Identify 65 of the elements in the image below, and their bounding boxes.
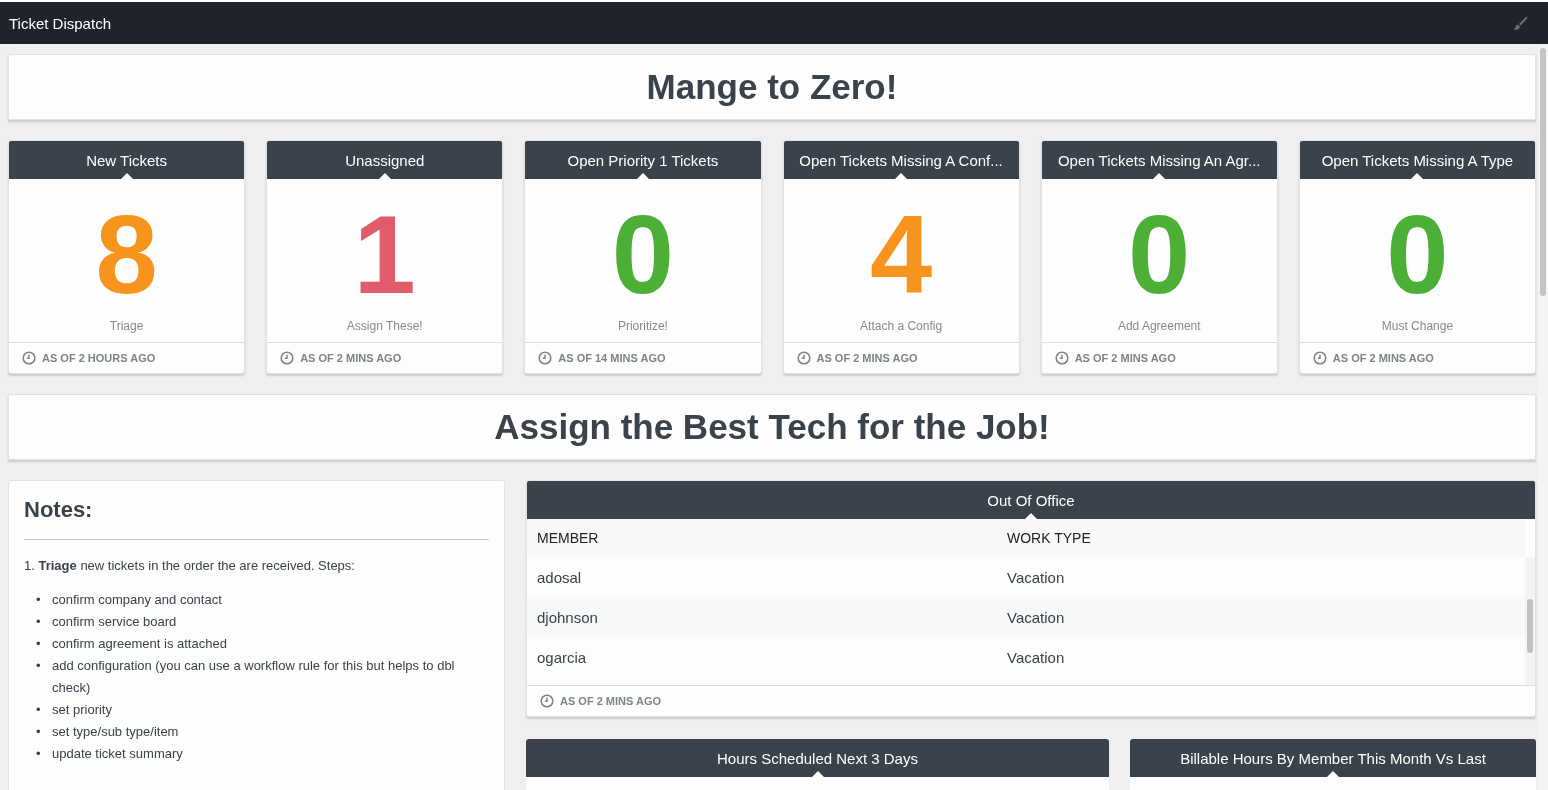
- updated-time: AS OF 2 HOURS AGO: [42, 352, 156, 364]
- notes-title: Notes:: [24, 497, 489, 540]
- card-title: Open Tickets Missing An Agr...: [1041, 141, 1277, 179]
- updated-time: AS OF 14 MINS AGO: [558, 352, 666, 364]
- metric-caption: Assign These!: [345, 319, 424, 333]
- table-cell-text: adosal: [536, 567, 583, 588]
- metric-value: 1: [352, 199, 417, 311]
- column-header: MEMBER: [527, 519, 997, 557]
- metric-value: 0: [610, 199, 676, 311]
- table-title: Out Of Office: [527, 481, 1535, 519]
- notes-step: confirm agreement is attached: [52, 633, 227, 655]
- card-title: Open Tickets Missing A Type: [1299, 141, 1535, 179]
- scrollbar[interactable]: [1525, 557, 1535, 685]
- metric-value: 8: [94, 199, 159, 311]
- page-scrollbar[interactable]: [1538, 44, 1548, 790]
- card-title: Open Tickets Missing A Conf...: [783, 141, 1019, 179]
- bullet: •: [36, 701, 42, 719]
- banner-title: Assign the Best Tech for the Job!: [494, 407, 1050, 447]
- clock-icon: [540, 694, 554, 708]
- metric-caption: Add Agreement: [1116, 319, 1202, 333]
- notes-step: add configuration (you can use a workflow rule for this but helps to dbl check): [52, 655, 489, 699]
- metric-caption: Must Change: [1380, 319, 1455, 333]
- table-cell: djohnson: [527, 597, 997, 637]
- clock-icon: [796, 351, 811, 365]
- bullet: •: [36, 657, 42, 675]
- metric-caption: Triage: [108, 319, 145, 333]
- notes-step: confirm company and contact: [52, 589, 222, 611]
- widget-title: Billable Hours By Member This Month Vs Last: [1130, 739, 1536, 777]
- window-title: Ticket Dispatch: [9, 14, 111, 32]
- column-header: WORK TYPE: [997, 519, 1525, 557]
- bullet: •: [36, 635, 42, 653]
- clock-icon: [280, 351, 295, 365]
- card-title: New Tickets: [9, 141, 245, 179]
- metric-value: 0: [1385, 199, 1450, 311]
- updated-time: AS OF 2 MINS AGO: [1332, 352, 1434, 364]
- clock-icon: [22, 351, 36, 365]
- bullet: •: [36, 723, 42, 741]
- bullet: •: [36, 613, 42, 631]
- clock-icon: [1312, 351, 1327, 365]
- banner-title: Mange to Zero!: [646, 67, 898, 107]
- bullet: •: [36, 745, 42, 763]
- metric-value: 0: [1127, 199, 1192, 311]
- updated-time: AS OF 2 MINS AGO: [816, 352, 918, 364]
- metric-caption: Prioritize!: [616, 319, 669, 333]
- card-title: Unassigned: [267, 141, 503, 179]
- card-title: Open Priority 1 Tickets: [525, 141, 761, 179]
- table-cell-text: ogarcia: [536, 647, 588, 668]
- updated-time: AS OF 2 MINS AGO: [300, 352, 402, 364]
- updated-time: AS OF 2 MINS AGO: [560, 695, 662, 707]
- bullet: •: [36, 591, 42, 609]
- metric-value: 4: [868, 199, 934, 311]
- notes-step: set priority: [52, 699, 112, 721]
- clock-icon: [538, 351, 553, 365]
- notes-step: confirm service board: [52, 611, 177, 633]
- widget-title: Hours Scheduled Next 3 Days: [526, 739, 1109, 777]
- notes-paragraph: 1. Triage new tickets in the order the are received. Steps:: [24, 558, 356, 573]
- metric-caption: Attach a Config: [859, 319, 944, 333]
- clock-icon: [1054, 351, 1069, 365]
- notes-step: update ticket summary: [52, 743, 183, 765]
- table-cell: Vacation: [997, 597, 1525, 637]
- notes-step: set type/sub type/item: [52, 721, 179, 743]
- table-cell-text: Vacation: [1006, 567, 1066, 588]
- updated-time: AS OF 2 MINS AGO: [1074, 352, 1176, 364]
- paintbrush-icon[interactable]: [1512, 15, 1528, 31]
- table-cell-text: Vacation: [1006, 647, 1066, 668]
